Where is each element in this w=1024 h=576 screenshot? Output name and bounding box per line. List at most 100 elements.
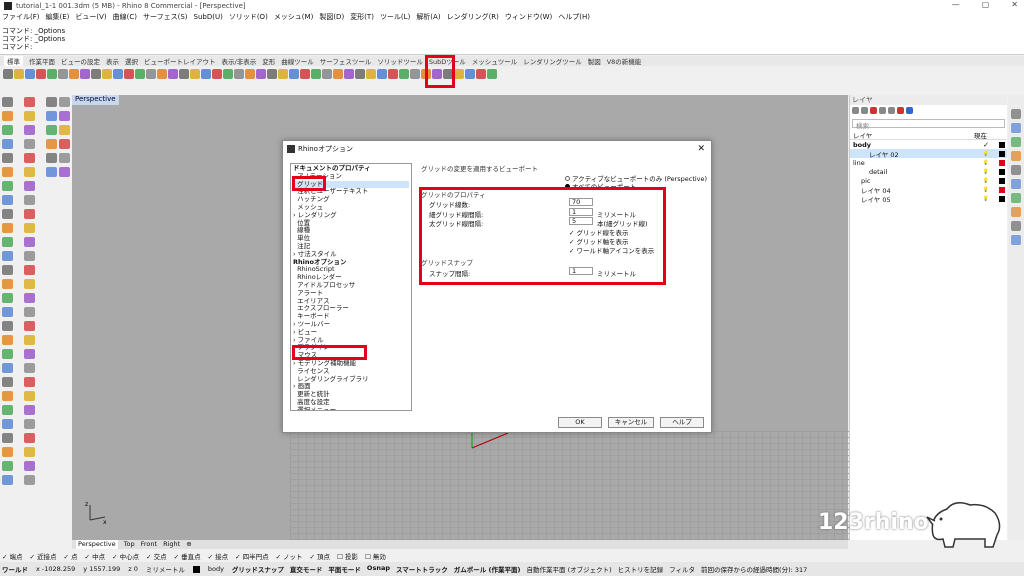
lightbulb-icon[interactable]: 💡	[983, 151, 989, 157]
tool-icon[interactable]	[24, 307, 35, 317]
lightbulb-icon[interactable]: 💡	[983, 187, 989, 193]
tool-icon[interactable]	[2, 377, 13, 387]
tool-icon[interactable]	[487, 68, 497, 79]
help-icon[interactable]	[906, 107, 913, 114]
layer-color-swatch[interactable]	[999, 159, 1005, 166]
tool-icon[interactable]	[223, 68, 233, 79]
tool-icon[interactable]	[24, 265, 35, 275]
osnap-checkbox[interactable]: ✓ 端点	[2, 551, 23, 561]
tool-icon[interactable]	[46, 125, 57, 135]
dialog-close-icon[interactable]: ✕	[697, 144, 705, 154]
tool-icon[interactable]	[2, 265, 13, 275]
viewport-tab[interactable]: Right	[163, 540, 180, 549]
osnap-checkbox[interactable]: ✓ 近接点	[30, 551, 57, 561]
layer-color-swatch[interactable]	[999, 186, 1005, 193]
tool-icon[interactable]	[25, 68, 35, 79]
tool-icon[interactable]	[36, 68, 46, 79]
layer-row[interactable]: detail 💡	[850, 167, 1007, 176]
options-tree-item[interactable]: 選択メニュー	[293, 406, 409, 410]
tool-icon[interactable]	[267, 68, 277, 79]
menu-item[interactable]: ツール(L)	[380, 12, 410, 22]
tool-icon[interactable]	[24, 111, 35, 121]
tool-icon[interactable]	[58, 68, 68, 79]
tool-icon[interactable]	[91, 68, 101, 79]
toolbar-tab[interactable]: ソリッドツール	[377, 56, 423, 66]
layer-row[interactable]: レイヤ 05 💡	[850, 194, 1007, 204]
menu-item[interactable]: 解析(A)	[416, 12, 440, 22]
status-toggle[interactable]: Osnap	[367, 564, 390, 574]
tool-icon[interactable]	[2, 349, 13, 359]
tool-icon[interactable]	[168, 68, 178, 79]
tool-icon[interactable]	[2, 433, 13, 443]
tool-icon[interactable]	[2, 125, 13, 135]
tool-icon[interactable]	[24, 391, 35, 401]
tool-icon[interactable]	[24, 405, 35, 415]
tool-icon[interactable]	[24, 209, 35, 219]
tool-icon[interactable]	[289, 68, 299, 79]
tool-icon[interactable]	[2, 461, 13, 471]
tool-icon[interactable]	[256, 68, 266, 79]
menu-item[interactable]: ウィンドウ(W)	[505, 12, 552, 22]
panel-tab-icon[interactable]	[1011, 151, 1021, 161]
tool-icon[interactable]	[2, 405, 13, 415]
options-tree-item[interactable]: 単位	[293, 234, 409, 243]
tool-icon[interactable]	[24, 321, 35, 331]
layer-color-swatch[interactable]	[999, 168, 1005, 175]
tool-icon[interactable]	[2, 111, 13, 121]
close-button[interactable]: ✕	[1011, 0, 1018, 9]
panel-tab-icon[interactable]	[1011, 137, 1021, 147]
tool-icon[interactable]	[24, 139, 35, 149]
tool-icon[interactable]	[24, 349, 35, 359]
options-tree-item[interactable]: 線種	[293, 227, 409, 235]
menu-item[interactable]: レンダリング(R)	[447, 12, 499, 22]
viewport-tab[interactable]: Perspective	[76, 540, 118, 549]
osnap-checkbox[interactable]: ☐ 投影	[337, 551, 358, 561]
panel-tab-icon[interactable]	[1011, 165, 1021, 175]
osnap-checkbox[interactable]: ✓ 点	[64, 551, 78, 561]
status-toggle[interactable]: スマートトラック	[396, 564, 448, 574]
tool-icon[interactable]	[24, 153, 35, 163]
tool-icon[interactable]	[322, 68, 332, 79]
layer-search-input[interactable]: 検索	[852, 119, 1005, 130]
osnap-checkbox[interactable]: ✓ 交点	[146, 551, 167, 561]
tool-icon[interactable]	[24, 125, 35, 135]
tool-icon[interactable]	[24, 167, 35, 177]
tool-icon[interactable]	[24, 475, 35, 485]
status-item[interactable]: 自動作業平面 (オブジェクト)	[527, 564, 612, 574]
menu-item[interactable]: 曲線(C)	[113, 12, 137, 22]
tool-icon[interactable]	[2, 391, 13, 401]
tool-icon[interactable]	[2, 293, 13, 303]
tool-icon[interactable]	[24, 335, 35, 345]
tool-icon[interactable]	[24, 293, 35, 303]
tool-icon[interactable]	[24, 223, 35, 233]
move-down-icon[interactable]	[888, 107, 895, 114]
tool-icon[interactable]	[24, 447, 35, 457]
delete-layer-icon[interactable]	[870, 107, 877, 114]
tool-icon[interactable]	[344, 68, 354, 79]
tool-icon[interactable]	[24, 279, 35, 289]
menu-item[interactable]: SubD(U)	[194, 13, 223, 21]
tool-icon[interactable]	[2, 363, 13, 373]
tool-icon[interactable]	[24, 363, 35, 373]
tool-icon[interactable]	[2, 181, 13, 191]
tool-icon[interactable]	[14, 68, 24, 79]
lightbulb-icon[interactable]: 💡	[983, 178, 989, 184]
toolbar-tab[interactable]: 作業平面	[29, 56, 55, 66]
minimize-button[interactable]: —	[952, 0, 960, 9]
panel-tab-icon[interactable]	[1011, 123, 1021, 133]
tool-icon[interactable]	[2, 209, 13, 219]
toolbar-tab[interactable]: 表示	[106, 56, 119, 66]
tool-icon[interactable]	[47, 68, 57, 79]
help-button[interactable]: ヘルプ	[660, 417, 704, 428]
options-tree-item[interactable]: › レンダリング	[293, 211, 409, 220]
osnap-checkbox[interactable]: ☐ 無効	[365, 551, 386, 561]
osnap-checkbox[interactable]: ✓ 四半円点	[235, 551, 269, 561]
toolbar-tab[interactable]: レンダリングツール	[523, 56, 582, 66]
toolbar-tab[interactable]: メッシュツール	[472, 56, 518, 66]
tool-icon[interactable]	[212, 68, 222, 79]
tool-icon[interactable]	[3, 68, 13, 79]
layer-row[interactable]: レイヤ 02 💡	[850, 149, 1007, 159]
menu-item[interactable]: 変形(T)	[350, 12, 374, 22]
osnap-checkbox[interactable]: ✓ 中点	[85, 551, 106, 561]
tool-icon[interactable]	[102, 68, 112, 79]
